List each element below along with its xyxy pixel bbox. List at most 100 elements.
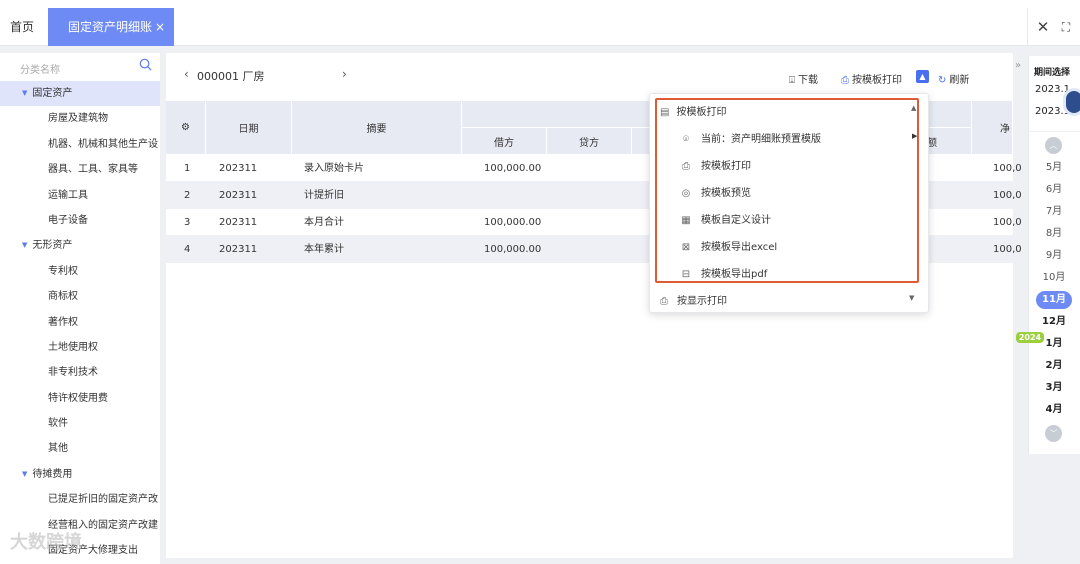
printer-icon: ⎙ bbox=[841, 75, 849, 86]
category-search-input[interactable]: 分类名称 bbox=[20, 61, 60, 76]
chevron-up-icon[interactable]: ▲ bbox=[916, 70, 929, 83]
month-item[interactable]: 2月 bbox=[1036, 357, 1072, 375]
tree-item[interactable]: 房屋及建筑物 bbox=[0, 106, 160, 131]
category-tree: ▼ 固定资产 房屋及建筑物 机器、机械和其他生产设 器具、工具、家具等 运输工具 电子设备 ▼… bbox=[0, 81, 160, 563]
caret-down-icon[interactable]: ▼ bbox=[22, 81, 27, 106]
watermark-logo: 大数跨境 bbox=[10, 532, 82, 553]
month-item[interactable]: 12月 bbox=[1036, 313, 1072, 331]
tree-item-label: 商标权 bbox=[48, 291, 78, 303]
month-item[interactable]: 11月 bbox=[1036, 291, 1072, 309]
menu-item-template-preview[interactable]: ◎ 按模板预览 bbox=[680, 184, 751, 199]
menu-item-label: 按模板导出pdf bbox=[701, 269, 768, 280]
tree-item-label: 已提足折旧的固定资产改 bbox=[48, 494, 158, 506]
tree-item-label: 房屋及建筑物 bbox=[48, 113, 108, 125]
tree-group-item[interactable]: ▼ 待摊费用 bbox=[0, 462, 160, 487]
tab-home[interactable]: 首页 bbox=[0, 8, 44, 46]
scroll-down-icon[interactable]: ﹀ bbox=[1045, 425, 1062, 442]
printer-icon: ⎙ bbox=[682, 161, 690, 172]
tab-fixed-asset-ledger[interactable]: 固定资产明细账 × bbox=[48, 8, 174, 46]
submenu-arrow-icon: ▶ bbox=[912, 132, 918, 140]
fullscreen-icon[interactable]: ⛶ bbox=[1056, 17, 1076, 37]
cell-summary: 计提折旧 bbox=[304, 190, 344, 201]
refresh-button[interactable]: ↻ 刷新 bbox=[938, 71, 969, 86]
month-item[interactable]: 3月 bbox=[1036, 379, 1072, 397]
menu-item-current-template[interactable]: ⌾ 当前：资产明细账预置模版 bbox=[680, 130, 821, 145]
tree-item[interactable]: 专利权 bbox=[0, 259, 160, 284]
tree-item[interactable]: 商标权 bbox=[0, 284, 160, 309]
collapse-icon[interactable]: ▲ bbox=[911, 104, 916, 112]
top-strip bbox=[0, 0, 1080, 8]
tree-item[interactable]: 非专利技术 bbox=[0, 360, 160, 385]
template-print-button[interactable]: ⎙ 按模板打印 bbox=[841, 71, 902, 86]
menu-item-export-excel[interactable]: ⊠ 按模板导出excel bbox=[680, 238, 777, 253]
menu-item-display-print[interactable]: ⎙ 按显示打印 bbox=[660, 292, 727, 307]
month-item[interactable]: 6月 bbox=[1036, 181, 1072, 199]
menu-item-label: 按模板预览 bbox=[701, 188, 751, 199]
download-icon: ⍗ bbox=[789, 75, 795, 86]
tree-item-label: 特许权使用费 bbox=[48, 392, 108, 404]
month-item[interactable]: 9月 bbox=[1036, 247, 1072, 265]
menu-item-template-print[interactable]: ⎙ 按模板打印 bbox=[680, 157, 751, 172]
tree-item[interactable]: 土地使用权 bbox=[0, 335, 160, 360]
month-item[interactable]: 8月 bbox=[1036, 225, 1072, 243]
tree-item-label: 机器、机械和其他生产设 bbox=[48, 138, 158, 150]
tree-group-item[interactable]: ▼ 固定资产 bbox=[0, 81, 160, 107]
cell-summary: 本月合计 bbox=[304, 217, 344, 228]
tab-label: 固定资产明细账 bbox=[68, 20, 153, 34]
cell-debit: 100,000.00 bbox=[484, 217, 542, 228]
cell-no: 4 bbox=[184, 244, 191, 255]
caret-down-icon[interactable]: ▼ bbox=[22, 462, 27, 487]
tree-item[interactable]: 已提足折旧的固定资产改 bbox=[0, 487, 160, 512]
cell-net: 100,0 bbox=[993, 163, 1022, 174]
tab-close-icon[interactable]: × bbox=[155, 8, 165, 46]
tree-item[interactable]: 运输工具 bbox=[0, 183, 160, 208]
tree-item-label: 其他 bbox=[48, 443, 68, 455]
month-item[interactable]: 10月 bbox=[1036, 269, 1072, 287]
cell-summary: 录入原始卡片 bbox=[304, 163, 364, 174]
refresh-label: 刷新 bbox=[949, 75, 970, 86]
tree-item-label: 著作权 bbox=[48, 316, 78, 328]
close-icon[interactable]: ✕ bbox=[1034, 17, 1052, 37]
settings-icon[interactable]: ⚙ bbox=[166, 101, 206, 155]
design-icon: ▦ bbox=[681, 215, 691, 226]
menu-item-template-design[interactable]: ▦ 模板自定义设计 bbox=[680, 211, 771, 226]
tree-item[interactable]: 其他 bbox=[0, 436, 160, 461]
collapse-panel-icon[interactable]: » bbox=[1015, 60, 1021, 71]
prev-asset-button[interactable]: ‹ bbox=[184, 67, 189, 81]
template-print-label: 按模板打印 bbox=[852, 75, 902, 86]
tree-item-label: 器具、工具、家具等 bbox=[48, 164, 138, 176]
scroll-up-icon[interactable]: ︿ bbox=[1045, 137, 1062, 154]
cell-date: 202311 bbox=[219, 244, 258, 255]
menu-item-export-pdf[interactable]: ⊟ 按模板导出pdf bbox=[680, 265, 767, 280]
tree-item[interactable]: 电子设备 bbox=[0, 208, 160, 233]
caret-down-icon[interactable]: ▼ bbox=[22, 233, 27, 258]
search-icon[interactable] bbox=[139, 58, 152, 71]
menu-item-label: 模板自定义设计 bbox=[701, 215, 771, 226]
year-badge: 2024 bbox=[1016, 332, 1044, 343]
cell-debit: 100,000.00 bbox=[484, 163, 542, 174]
menu-item-label: 按模板导出excel bbox=[701, 242, 778, 253]
month-item[interactable]: 5月 bbox=[1036, 159, 1072, 177]
month-item[interactable]: 7月 bbox=[1036, 203, 1072, 221]
avatar[interactable] bbox=[1063, 88, 1080, 116]
refresh-icon: ↻ bbox=[938, 75, 947, 86]
tree-item[interactable]: 器具、工具、家具等 bbox=[0, 157, 160, 182]
cell-net: 100,0 bbox=[993, 190, 1022, 201]
cell-no: 1 bbox=[184, 163, 191, 174]
tree-item-label: 专利权 bbox=[48, 265, 78, 277]
chevron-down-icon[interactable]: ▼ bbox=[909, 294, 914, 302]
pdf-icon: ⊟ bbox=[681, 269, 691, 280]
tree-item[interactable]: 软件 bbox=[0, 411, 160, 436]
month-item[interactable]: 4月 bbox=[1036, 401, 1072, 419]
tree-item[interactable]: 著作权 bbox=[0, 310, 160, 335]
tree-item-label: 土地使用权 bbox=[48, 341, 98, 353]
cell-net: 100,0 bbox=[993, 217, 1022, 228]
preview-icon: ◎ bbox=[681, 188, 691, 199]
download-button[interactable]: ⍗ 下载 bbox=[789, 71, 818, 86]
print-menu-header[interactable]: ▤ 按模板打印 bbox=[660, 103, 726, 118]
next-asset-button[interactable]: › bbox=[342, 67, 347, 81]
tree-group-item[interactable]: ▼ 无形资产 bbox=[0, 233, 160, 258]
tree-item[interactable]: 机器、机械和其他生产设 bbox=[0, 132, 160, 157]
print-display-icon: ⎙ bbox=[660, 296, 668, 307]
tree-item[interactable]: 特许权使用费 bbox=[0, 386, 160, 411]
